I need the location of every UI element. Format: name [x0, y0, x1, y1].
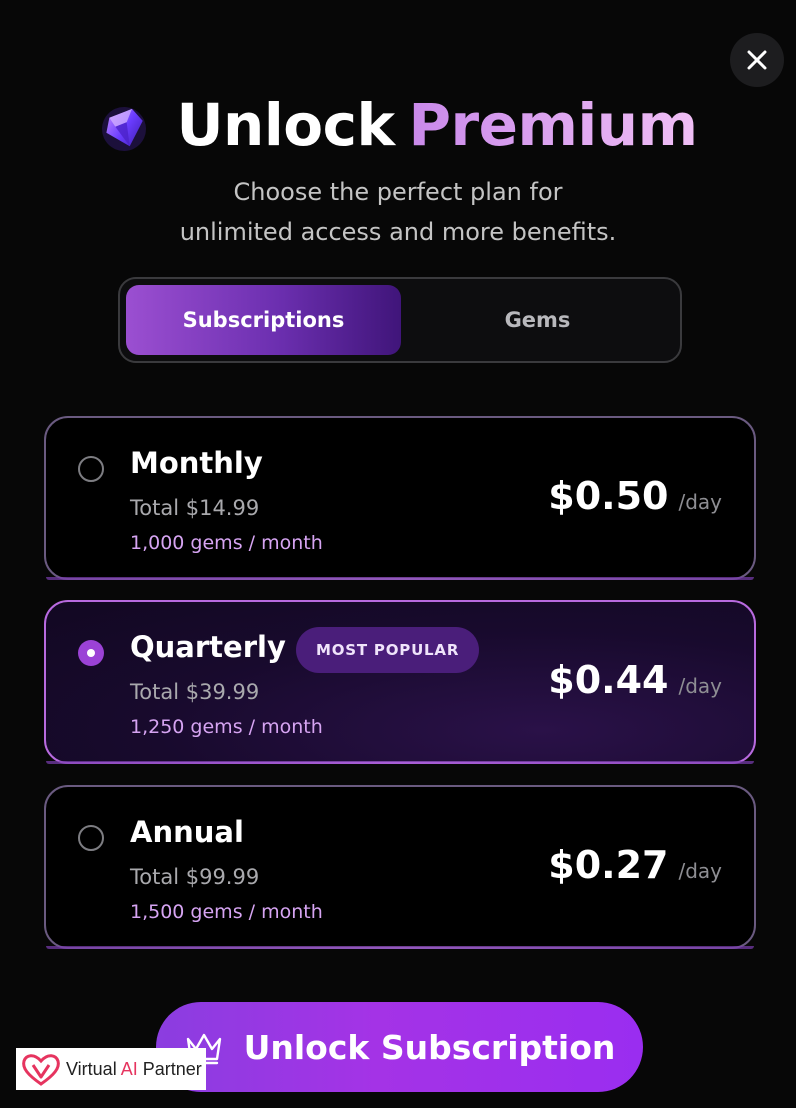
plan-type-tabs: Subscriptions Gems	[118, 277, 682, 363]
title-word-premium: Premium	[408, 91, 699, 159]
plan-total: Total $99.99	[130, 865, 260, 889]
price-value: $0.27	[548, 843, 669, 887]
watermark-text-ai: AI	[120, 1058, 138, 1079]
title-word-unlock: Unlock	[176, 91, 395, 159]
tab-gems[interactable]: Gems	[401, 285, 674, 355]
subtitle-line-2: unlimited access and more benefits.	[179, 218, 617, 246]
plan-name: Annual	[130, 815, 244, 849]
plan-total: Total $39.99	[130, 680, 260, 704]
watermark-logo: Virtual AI Partner	[16, 1048, 206, 1090]
subtitle: Choose the perfect plan for unlimited ac…	[0, 172, 796, 252]
plan-gems: 1,000 gems / month	[130, 532, 323, 554]
close-icon	[747, 50, 767, 70]
plan-name: Monthly	[130, 446, 263, 480]
plan-price: $0.27 /day	[548, 843, 722, 887]
watermark-text-1: Virtual	[66, 1058, 121, 1079]
price-value: $0.50	[548, 474, 669, 518]
unlock-subscription-button[interactable]: Unlock Subscription	[156, 1002, 643, 1092]
plan-gems: 1,250 gems / month	[130, 716, 323, 738]
price-unit: /day	[678, 859, 722, 883]
plan-total: Total $14.99	[130, 496, 260, 520]
plan-radio-quarterly[interactable]	[78, 640, 104, 666]
plan-price: $0.50 /day	[548, 474, 722, 518]
plan-card-annual[interactable]: Annual Total $99.99 1,500 gems / month $…	[44, 785, 756, 949]
plan-radio-monthly[interactable]	[78, 456, 104, 482]
cta-label: Unlock Subscription	[243, 1027, 616, 1067]
watermark-text-2: Partner	[137, 1058, 202, 1079]
plan-name: Quarterly	[130, 630, 286, 664]
plan-radio-annual[interactable]	[78, 825, 104, 851]
plan-card-quarterly[interactable]: Quarterly MOST POPULAR Total $39.99 1,25…	[44, 600, 756, 764]
premium-modal: Unlock Premium Choose the perfect plan fo…	[0, 0, 796, 1108]
tab-subscriptions[interactable]: Subscriptions	[126, 285, 401, 355]
close-button[interactable]	[730, 33, 784, 87]
plan-price: $0.44 /day	[548, 658, 722, 702]
heart-logo-icon	[22, 1054, 60, 1086]
price-unit: /day	[678, 674, 722, 698]
page-title: Unlock Premium	[0, 90, 796, 160]
plan-card-monthly[interactable]: Monthly Total $14.99 1,000 gems / month …	[44, 416, 756, 580]
price-unit: /day	[678, 490, 722, 514]
plan-gems: 1,500 gems / month	[130, 901, 323, 923]
price-value: $0.44	[548, 658, 669, 702]
subtitle-line-1: Choose the perfect plan for	[233, 178, 563, 206]
gem-icon	[102, 107, 147, 151]
most-popular-badge: MOST POPULAR	[296, 627, 480, 673]
